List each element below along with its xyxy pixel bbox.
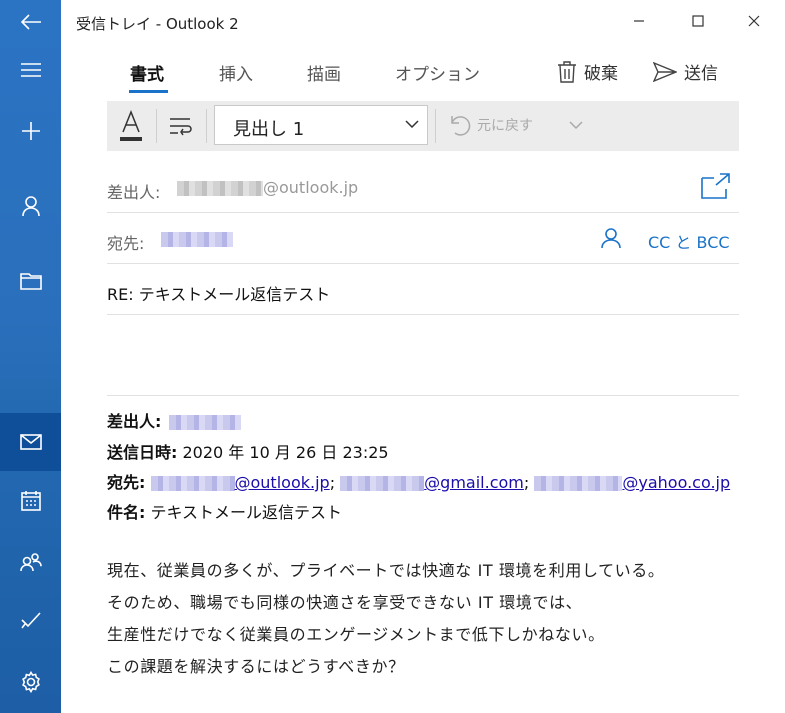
close-button[interactable] bbox=[731, 6, 777, 36]
tab-options[interactable]: オプション bbox=[395, 60, 480, 85]
folders-button[interactable] bbox=[0, 252, 61, 310]
discard-label: 破棄 bbox=[584, 64, 618, 84]
outlook-compose-window: 受信トレイ - Outlook 2 書式 挿入 描画 オプション 破棄 送信 見… bbox=[0, 0, 785, 713]
settings-button[interactable] bbox=[0, 653, 61, 711]
chevron-down-icon bbox=[405, 120, 419, 129]
plus-icon bbox=[21, 122, 40, 140]
discard-button[interactable]: 破棄 bbox=[557, 59, 618, 84]
person-icon bbox=[601, 228, 621, 249]
from-row: 差出人: @outlook.jp bbox=[107, 162, 739, 213]
title-bar: 受信トレイ - Outlook 2 bbox=[61, 0, 785, 44]
add-contact-button[interactable] bbox=[601, 227, 621, 253]
toolbar-divider bbox=[156, 109, 157, 143]
minimize-button[interactable] bbox=[616, 6, 662, 36]
recipient-chip[interactable] bbox=[161, 232, 233, 247]
body-line: 現在、従業員の多くが、プライベートでは快適な IT 環境を利用している。 bbox=[107, 561, 665, 580]
tab-format[interactable]: 書式 bbox=[130, 60, 164, 85]
pop-out-icon bbox=[701, 173, 730, 199]
recipient-link-yahoo[interactable]: @yahoo.co.jp bbox=[534, 473, 730, 492]
from-domain: @outlook.jp bbox=[263, 178, 359, 197]
subject-input[interactable]: RE: テキストメール返信テスト bbox=[107, 281, 330, 305]
redacted-address bbox=[177, 181, 263, 196]
person-icon bbox=[21, 196, 40, 217]
pop-out-button[interactable] bbox=[701, 173, 731, 203]
text-style-value: 見出し 1 bbox=[233, 119, 305, 140]
todo-nav-button[interactable] bbox=[0, 591, 61, 649]
body-line: 生産性だけでなく従業員のエンゲージメントまで低下しかねない。 bbox=[107, 625, 605, 644]
font-color-button[interactable] bbox=[117, 109, 145, 144]
to-label: 宛先: bbox=[107, 234, 145, 253]
separator: ; bbox=[523, 473, 530, 492]
redacted-sender bbox=[168, 415, 241, 430]
format-toolbar: 見出し 1 元に戻す bbox=[107, 101, 739, 151]
from-address[interactable]: @outlook.jp bbox=[177, 178, 358, 197]
recipient-link-gmail[interactable]: @gmail.com bbox=[340, 473, 524, 492]
app-sidebar bbox=[0, 0, 61, 713]
quoted-to-line: 宛先: @outlook.jp; @gmail.com; @yahoo.co.j… bbox=[107, 469, 730, 493]
quoted-subject-label: 件名: bbox=[107, 503, 146, 522]
undo-label: 元に戻す bbox=[477, 118, 533, 134]
quoted-to-label: 宛先: bbox=[107, 473, 146, 492]
close-icon bbox=[748, 15, 760, 27]
accounts-button[interactable] bbox=[0, 177, 61, 235]
quoted-sent-line: 送信日時: 2020 年 10 月 26 日 23:25 bbox=[107, 439, 389, 463]
quoted-from-label: 差出人: bbox=[107, 412, 162, 431]
paragraph-format-button[interactable] bbox=[168, 116, 194, 138]
minimize-icon bbox=[634, 20, 644, 22]
active-tab-indicator bbox=[129, 90, 168, 93]
to-row: 宛先: CC と BCC bbox=[107, 213, 739, 264]
redacted-local-part bbox=[534, 476, 623, 491]
quoted-from-line: 差出人: bbox=[107, 408, 241, 432]
checkmark-icon bbox=[20, 612, 41, 629]
font-color-icon bbox=[120, 109, 142, 141]
new-mail-button[interactable] bbox=[0, 102, 61, 160]
cc-bcc-button[interactable]: CC と BCC bbox=[648, 229, 730, 253]
separator: ; bbox=[329, 473, 336, 492]
body-line: そのため、職場でも同様の快適さを享受できない IT 環境では、 bbox=[107, 593, 583, 612]
toolbar-divider bbox=[206, 109, 207, 143]
redacted-local-part bbox=[150, 476, 235, 491]
quoted-subject-line: 件名: テキストメール返信テスト bbox=[107, 499, 342, 523]
mail-icon bbox=[19, 434, 42, 450]
menu-button[interactable] bbox=[0, 41, 61, 99]
maximize-icon bbox=[692, 15, 704, 27]
recipient-link-outlook[interactable]: @outlook.jp bbox=[150, 473, 330, 492]
calendar-nav-button[interactable] bbox=[0, 472, 61, 530]
gear-icon bbox=[21, 671, 40, 693]
tab-draw[interactable]: 描画 bbox=[307, 60, 341, 85]
mail-nav-button[interactable] bbox=[0, 413, 61, 471]
send-icon bbox=[653, 61, 677, 82]
folder-icon bbox=[19, 273, 42, 290]
back-arrow-icon bbox=[20, 14, 41, 30]
text-style-select[interactable]: 見出し 1 bbox=[214, 105, 428, 145]
trash-icon bbox=[558, 60, 576, 83]
tab-insert[interactable]: 挿入 bbox=[219, 60, 253, 85]
maximize-button[interactable] bbox=[675, 6, 721, 36]
toolbar-divider bbox=[435, 109, 436, 143]
body-line: この課題を解決するにはどうすべきか？ bbox=[107, 657, 405, 676]
window-title: 受信トレイ - Outlook 2 bbox=[76, 15, 239, 33]
subject-row: RE: テキストメール返信テスト bbox=[107, 264, 739, 315]
quoted-message-header: 差出人: 送信日時: 2020 年 10 月 26 日 23:25 宛先: @o… bbox=[107, 395, 739, 522]
people-icon bbox=[19, 553, 42, 572]
undo-icon bbox=[451, 116, 471, 136]
undo-button[interactable]: 元に戻す bbox=[447, 114, 583, 136]
redacted-local-part bbox=[340, 476, 425, 491]
from-label: 差出人: bbox=[107, 183, 161, 202]
calendar-icon bbox=[20, 491, 41, 511]
quoted-subject-value: テキストメール返信テスト bbox=[150, 503, 343, 522]
send-label: 送信 bbox=[684, 64, 718, 84]
quoted-sent-label: 送信日時: bbox=[107, 443, 178, 462]
people-nav-button[interactable] bbox=[0, 533, 61, 591]
chevron-down-icon bbox=[569, 120, 583, 129]
quoted-sent-value: 2020 年 10 月 26 日 23:25 bbox=[182, 443, 389, 462]
hamburger-menu-icon bbox=[20, 63, 41, 77]
paragraph-format-icon bbox=[170, 118, 192, 136]
send-button[interactable]: 送信 bbox=[653, 59, 718, 84]
